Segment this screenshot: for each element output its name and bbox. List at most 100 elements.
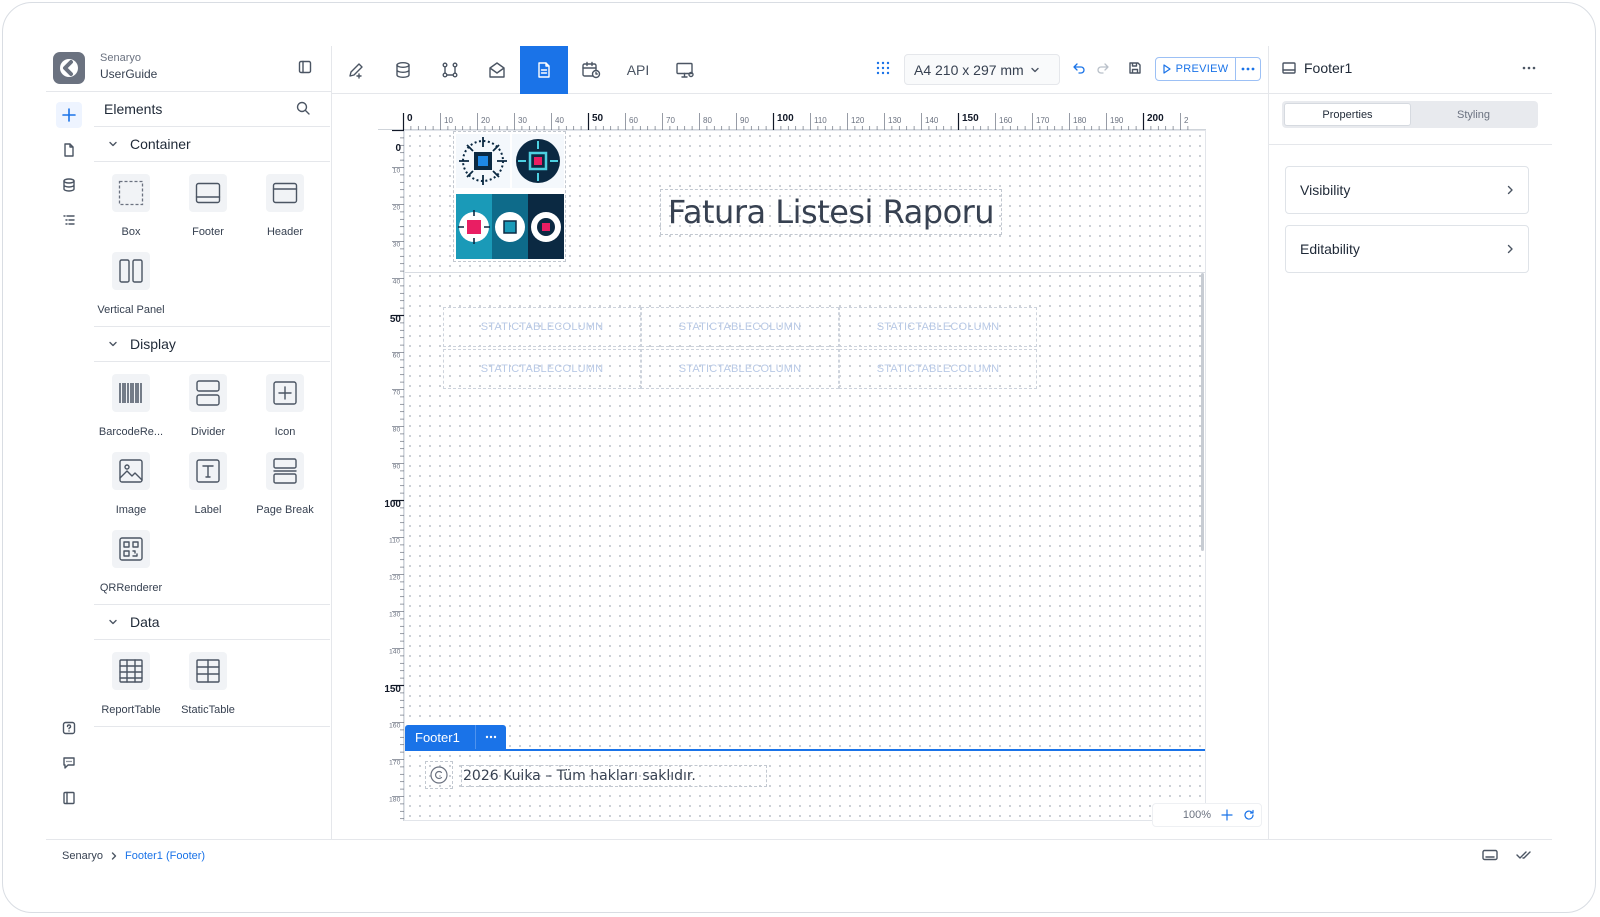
panel-tabs: Properties Styling (1282, 101, 1538, 128)
text-icon (196, 459, 220, 483)
section-display-header[interactable]: Display (94, 326, 330, 362)
header-icon (272, 182, 298, 204)
help-icon (62, 721, 76, 735)
element-label[interactable]: Label (169, 452, 247, 528)
chat-icon (63, 757, 75, 769)
report-tool-button[interactable] (520, 46, 568, 94)
datasources-rail-button[interactable] (56, 172, 82, 198)
data-tool-button[interactable] (379, 46, 427, 94)
grid-toggle-icon[interactable] (876, 61, 890, 75)
mail-tool-button[interactable] (473, 46, 521, 94)
element-vertical-panel[interactable]: Vertical Panel (92, 252, 170, 328)
ruler-label: 160 (999, 116, 1013, 125)
ruler-label: 140 (925, 116, 939, 125)
static-table-cell[interactable]: STATICTABLECOLUMN (641, 349, 839, 389)
static-table-cell[interactable]: STATICTABLECOLUMN (839, 307, 1037, 347)
help-rail-button[interactable] (56, 715, 82, 741)
table-icon (119, 659, 143, 683)
element-static-table[interactable]: StaticTable (169, 652, 247, 728)
chevron-down-icon (1031, 67, 1039, 72)
app-logo[interactable] (53, 52, 85, 84)
element-barcode-renderer[interactable]: BarcodeRe... (92, 374, 170, 450)
static-table-cell[interactable]: STATICTABLECOLUMN (443, 307, 641, 347)
ruler-label: 140 (388, 647, 400, 656)
footer-tag[interactable]: Footer1 (405, 725, 506, 749)
ruler-label: 90 (740, 116, 749, 125)
divider (1268, 144, 1552, 145)
workflow-tool-button[interactable] (426, 46, 474, 94)
preview-label: PREVIEW (1175, 63, 1229, 75)
report-page[interactable]: Fatura Listesi Raporu STATICTABLECOLUMN … (404, 130, 1206, 821)
section-title: Display (130, 336, 176, 352)
zoom-reset-icon[interactable] (1243, 809, 1255, 821)
footer-text-label[interactable]: 2026 Kuika – Tüm hakları saklıdır. (461, 765, 767, 787)
element-divider[interactable]: Divider (169, 374, 247, 450)
plus-square-icon (273, 381, 297, 405)
zoom-in-icon[interactable] (1221, 809, 1233, 821)
tab-styling[interactable]: Styling (1411, 103, 1536, 126)
table-icon (196, 659, 220, 683)
ruler-label: 180 (388, 795, 400, 804)
static-table-cell[interactable]: STATICTABLECOLUMN (443, 349, 641, 389)
page-break-icon (273, 458, 297, 484)
ruler-label: 0 (395, 143, 401, 154)
element-report-table[interactable]: ReportTable (92, 652, 170, 728)
static-table-cell[interactable]: STATICTABLECOLUMN (839, 349, 1037, 389)
breadcrumb-current[interactable]: Footer1 (Footer) (125, 850, 205, 862)
ruler-label: 120 (851, 116, 865, 125)
preview-more-icon[interactable] (1236, 67, 1260, 71)
pages-rail-button[interactable] (56, 137, 82, 163)
canvas-scrollbar[interactable] (1201, 273, 1204, 551)
ruler-label: 150 (384, 684, 401, 695)
element-qr-renderer[interactable]: QRRenderer (92, 530, 170, 606)
ruler-label: 170 (1036, 116, 1050, 125)
breadcrumb: Senaryo Footer1 (Footer) (62, 850, 205, 862)
feedback-rail-button[interactable] (56, 750, 82, 776)
breadcrumb-root[interactable]: Senaryo (62, 850, 103, 862)
copyright-icon[interactable] (425, 761, 453, 789)
ruler-label: 100 (777, 113, 794, 124)
undo-icon[interactable] (1072, 62, 1086, 74)
more-options-icon[interactable] (1522, 66, 1536, 70)
footer-more-icon[interactable] (476, 735, 506, 739)
element-page-break[interactable]: Page Break (246, 452, 324, 528)
preview-button[interactable]: PREVIEW (1155, 57, 1261, 81)
page-size-select[interactable]: A4 210 x 297 mm (904, 54, 1060, 85)
keyboard-icon[interactable] (1482, 849, 1498, 861)
edit-tool-button[interactable] (332, 46, 380, 94)
box-icon (118, 180, 144, 206)
chevron-down-icon (109, 341, 117, 347)
divider (46, 839, 1552, 840)
report-title-label[interactable]: Fatura Listesi Raporu (660, 189, 1002, 235)
search-icon[interactable] (296, 101, 310, 115)
visibility-section[interactable]: Visibility (1285, 166, 1529, 214)
ruler-label: 2 (1184, 116, 1189, 125)
play-icon (1162, 64, 1171, 74)
workflow-icon (442, 62, 458, 78)
calendar-clock-icon (582, 61, 601, 79)
check-all-icon[interactable] (1516, 850, 1532, 860)
add-element-rail-button[interactable] (56, 102, 82, 128)
api-tool-button[interactable]: API (614, 46, 662, 94)
ruler-label: 20 (481, 116, 490, 125)
scheduler-tool-button[interactable] (567, 46, 615, 94)
chevron-right-icon (1507, 185, 1513, 195)
element-icon[interactable]: Icon (246, 374, 324, 450)
docs-rail-button[interactable] (56, 785, 82, 811)
qr-code-icon (119, 537, 143, 561)
logo-image[interactable] (453, 131, 566, 262)
element-header[interactable]: Header (246, 174, 324, 250)
outline-rail-button[interactable] (56, 207, 82, 233)
redo-icon[interactable] (1096, 62, 1110, 74)
section-data-header[interactable]: Data (94, 604, 330, 640)
editability-section[interactable]: Editability (1285, 225, 1529, 273)
section-container-header[interactable]: Container (94, 126, 330, 162)
device-tool-button[interactable] (661, 46, 709, 94)
save-icon[interactable] (1128, 61, 1142, 75)
element-image[interactable]: Image (92, 452, 170, 528)
tab-properties[interactable]: Properties (1284, 103, 1411, 126)
element-box[interactable]: Box (92, 174, 170, 250)
static-table-cell[interactable]: STATICTABLECOLUMN (641, 307, 839, 347)
vertical-panel-icon (119, 259, 143, 283)
element-footer[interactable]: Footer (169, 174, 247, 250)
